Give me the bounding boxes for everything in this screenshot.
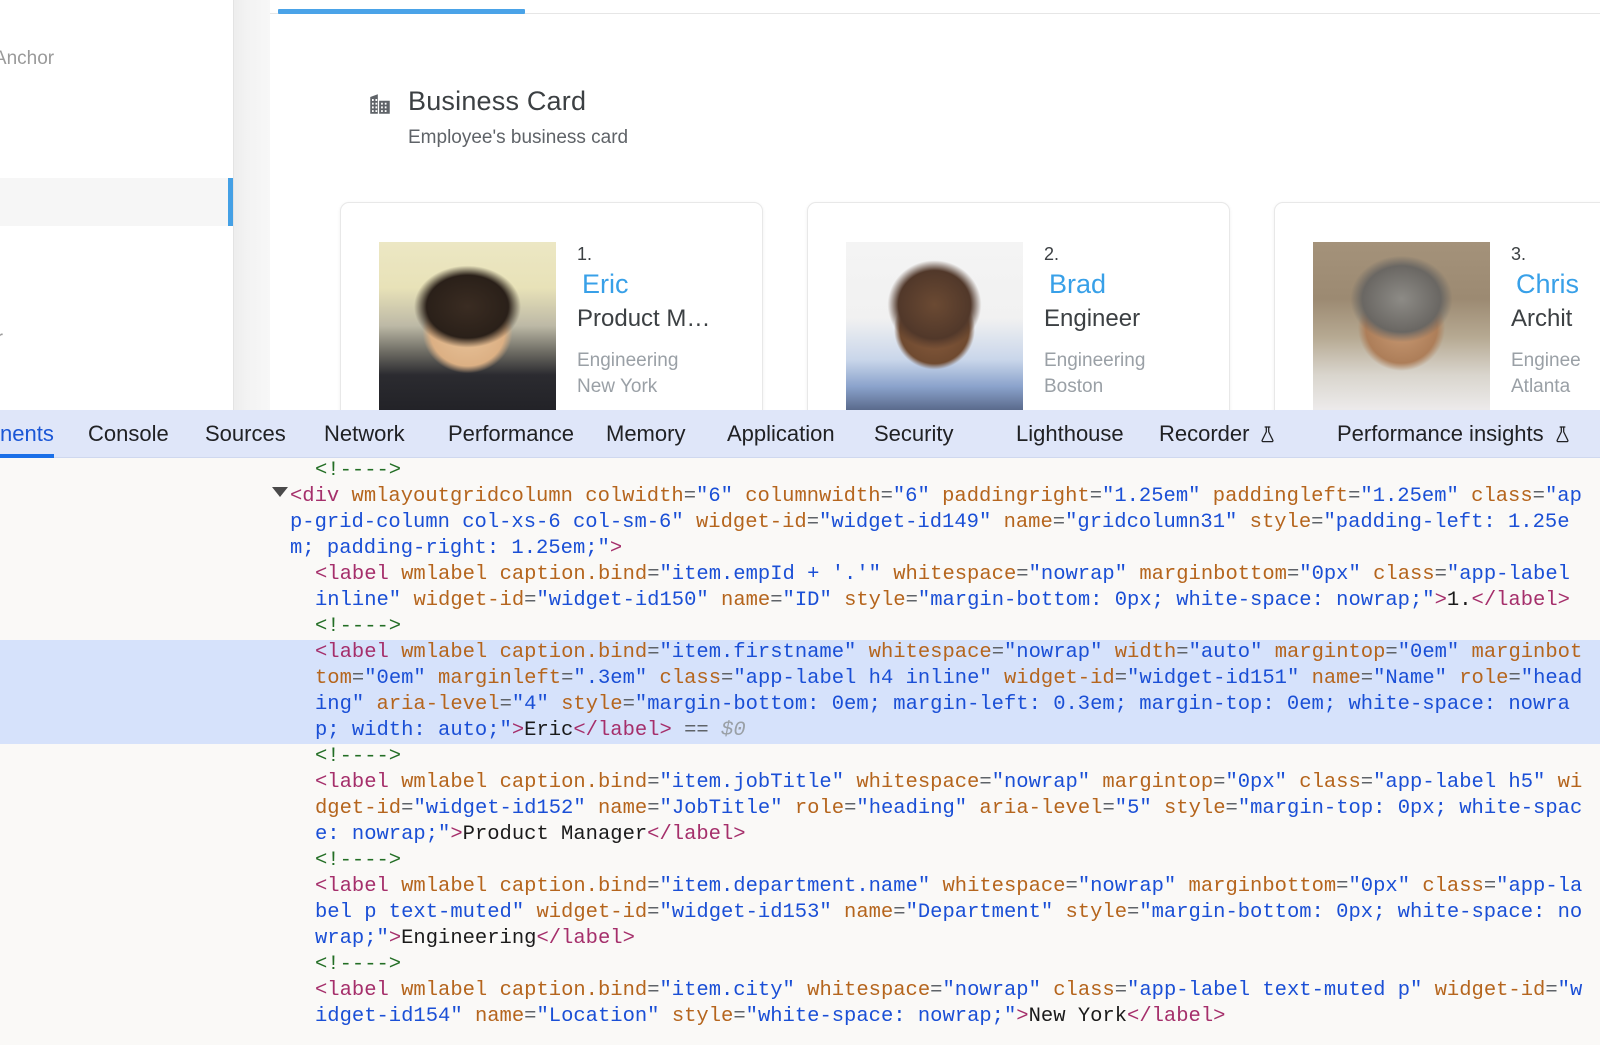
devtools-tab-label: Performance — [448, 421, 574, 447]
devtools-elements-panel: <!----> <div wmlayoutgridcolumn colwidth=… — [0, 458, 1600, 1045]
dom-node-source: <label wmlabel caption.bind="item.jobTit… — [315, 771, 1582, 846]
devtools-tab-recorder[interactable]: Recorder — [1159, 410, 1277, 458]
nav-item-1[interactable]: ble — [0, 118, 233, 146]
devtools-tab-sources[interactable]: Sources — [205, 410, 286, 458]
dom-node-source: <!----> — [315, 459, 401, 482]
devtools-tab-label: Security — [874, 421, 953, 447]
dom-tree[interactable]: <!----> <div wmlayoutgridcolumn colwidth=… — [0, 458, 1600, 1045]
business-card-item[interactable]: 2. Brad Engineer Engineering Boston — [807, 202, 1230, 418]
card-meta: 3. Chris Archit Enginee Atlanta — [1511, 243, 1600, 400]
devtools-tab-console[interactable]: Console — [88, 410, 169, 458]
dom-node-source: <label wmlabel caption.bind="item.empId … — [315, 563, 1582, 612]
card-name[interactable]: Chris — [1516, 265, 1600, 303]
card-job-title: Archit — [1511, 303, 1600, 335]
devtools-tab-lighthouse[interactable]: Lighthouse — [1016, 410, 1124, 458]
dom-comment-node[interactable]: <!----> — [0, 848, 1600, 874]
dom-node-source: <div wmlayoutgridcolumn colwidth="6" col… — [290, 485, 1582, 560]
dom-node-source: <label wmlabel caption.bind="item.firstn… — [315, 641, 1582, 742]
dom-node-source: <!----> — [315, 745, 401, 768]
active-tab-indicator[interactable] — [278, 9, 525, 14]
card-name[interactable]: Brad — [1049, 265, 1224, 303]
devtools-tab-label: Performance insights — [1337, 421, 1544, 447]
flask-icon — [1553, 423, 1572, 446]
section-header: Business Card Employee's business card — [270, 80, 1600, 170]
page-title: Business Card — [408, 84, 586, 118]
screen: and Anchor ble er — [0, 0, 1600, 1045]
card-index: 1. — [577, 243, 757, 265]
card-department: Engineering — [577, 348, 757, 374]
card-job-title: Engineer — [1044, 303, 1224, 335]
flask-icon — [1258, 423, 1277, 446]
dom-node-source: <!----> — [315, 615, 401, 638]
card-index: 2. — [1044, 243, 1224, 265]
dom-node-source: <label wmlabel caption.bind="item.city" … — [315, 979, 1582, 1028]
card-department: Engineering — [1044, 348, 1224, 374]
card-meta: 2. Brad Engineer Engineering Boston — [1044, 243, 1224, 400]
page-subtitle: Employee's business card — [408, 126, 628, 150]
page-gutter — [233, 0, 270, 418]
building-icon — [367, 91, 393, 117]
dom-node-source: <!----> — [315, 953, 401, 976]
devtools-tab-performance-insights[interactable]: Performance insights — [1337, 410, 1572, 458]
avatar — [846, 242, 1023, 418]
dom-node-source: <!----> — [315, 849, 401, 872]
devtools-tab-application[interactable]: Application — [727, 410, 835, 458]
business-card-item[interactable]: 3. Chris Archit Enginee Atlanta — [1274, 202, 1600, 418]
dom-node[interactable]: <label wmlabel caption.bind="item.jobTit… — [0, 770, 1600, 848]
devtools-tab-nents[interactable]: nents — [0, 410, 54, 458]
card-location: New York — [577, 374, 757, 400]
devtools-tab-label: Network — [324, 421, 405, 447]
dom-node-expanded[interactable]: <div wmlayoutgridcolumn colwidth="6" col… — [0, 484, 1600, 562]
devtools-tab-security[interactable]: Security — [874, 410, 953, 458]
devtools-tab-performance[interactable]: Performance — [448, 410, 574, 458]
devtools-tab-label: Recorder — [1159, 421, 1249, 447]
devtools-tabbar: nents Console Sources Network Performance Mem… — [0, 410, 1600, 458]
card-location: Atlanta — [1511, 374, 1600, 400]
devtools-tab-label: Console — [88, 421, 169, 447]
dom-node[interactable]: <label wmlabel caption.bind="item.depart… — [0, 874, 1600, 952]
card-meta: 1. Eric Product M… Engineering New York — [577, 243, 757, 400]
devtools-tab-label: nents — [0, 421, 54, 447]
card-job-title: Product M… — [577, 303, 757, 335]
dom-tree-scrollbar[interactable] — [1595, 506, 1600, 1045]
card-index: 3. — [1511, 243, 1600, 265]
dom-node[interactable]: <label wmlabel caption.bind="item.city" … — [0, 978, 1600, 1030]
business-card-item[interactable]: 1. Eric Product M… Engineering New York — [340, 202, 763, 418]
chevron-down-icon[interactable] — [272, 487, 288, 497]
avatar — [379, 242, 556, 418]
devtools-tab-network[interactable]: Network — [324, 410, 405, 458]
devtools-tab-label: Application — [727, 421, 835, 447]
devtools-panel: nents Console Sources Network Performance Mem… — [0, 410, 1600, 1045]
content-pane: Business Card Employee's business card 1… — [270, 0, 1600, 418]
card-name[interactable]: Eric — [582, 265, 757, 303]
nav-item-3-label: er — [0, 328, 3, 350]
devtools-tab-label: Memory — [606, 421, 685, 447]
devtools-tab-memory[interactable]: Memory — [606, 410, 685, 458]
content-tabstrip — [270, 0, 1600, 17]
devtools-tab-label: Lighthouse — [1016, 421, 1124, 447]
dom-node-selected[interactable]: <label wmlabel caption.bind="item.firstn… — [0, 640, 1600, 744]
business-card-list: 1. Eric Product M… Engineering New York … — [340, 202, 1600, 418]
dom-comment-node[interactable]: <!----> — [0, 614, 1600, 640]
avatar — [1313, 242, 1490, 418]
dom-node-source: <label wmlabel caption.bind="item.depart… — [315, 875, 1582, 950]
nav-item-3[interactable]: er — [0, 328, 233, 356]
dom-comment-node[interactable]: <!----> — [0, 952, 1600, 978]
dom-comment-node[interactable]: <!----> — [0, 458, 1600, 484]
dom-node[interactable]: <label wmlabel caption.bind="item.empId … — [0, 562, 1600, 614]
nav-item-0-label: and Anchor — [0, 48, 54, 70]
dom-comment-node[interactable]: <!----> — [0, 744, 1600, 770]
nav-item-2-selected[interactable] — [0, 178, 233, 226]
nav-item-0[interactable]: and Anchor — [0, 48, 233, 76]
application-page: and Anchor ble er — [0, 0, 1600, 418]
card-location: Boston — [1044, 374, 1224, 400]
devtools-tab-label: Sources — [205, 421, 286, 447]
left-navigation: and Anchor ble er — [0, 0, 233, 418]
card-department: Enginee — [1511, 348, 1600, 374]
